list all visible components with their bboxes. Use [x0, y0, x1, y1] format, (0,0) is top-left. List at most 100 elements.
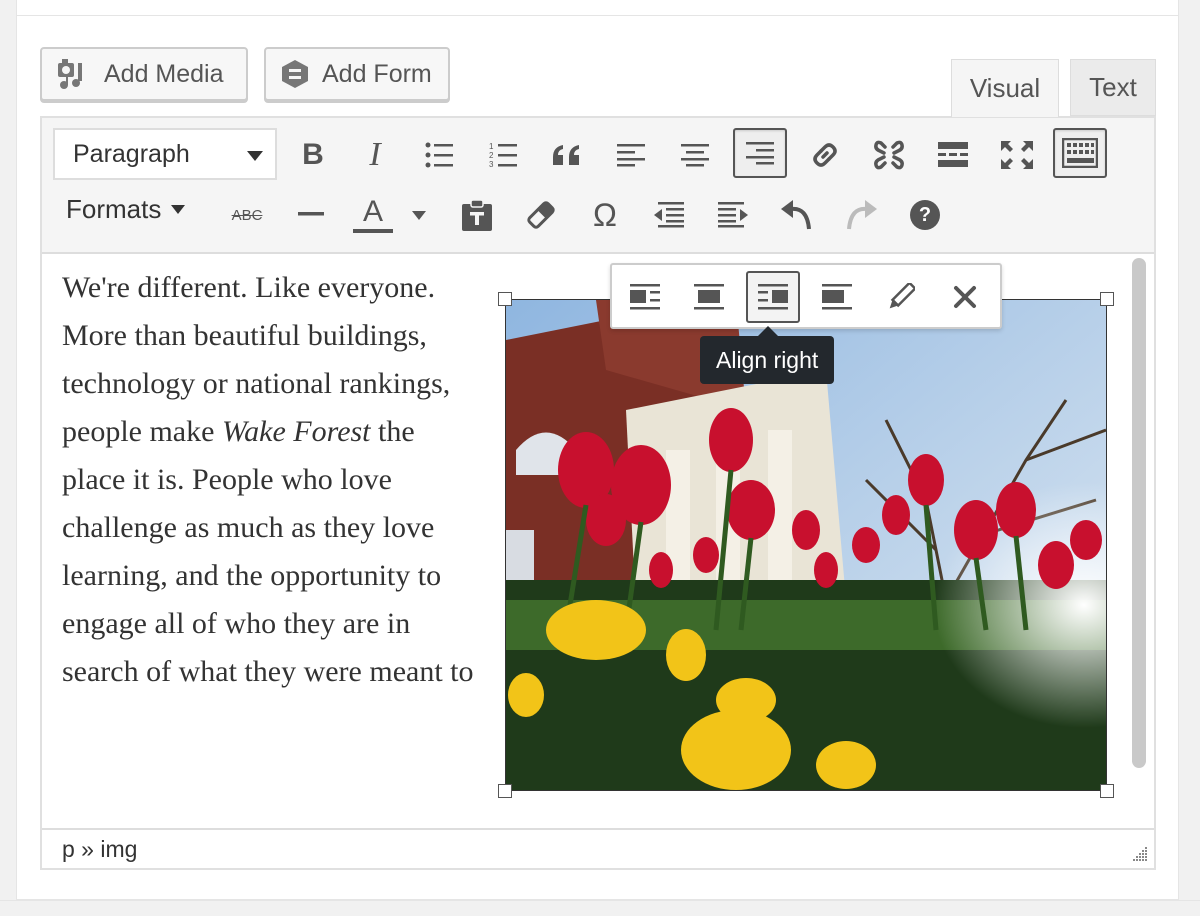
add-media-button[interactable]: Add Media	[40, 47, 248, 101]
edit-icon	[889, 283, 915, 309]
bold-icon: B	[302, 138, 324, 171]
formats-label: Formats	[66, 194, 162, 224]
undo-button[interactable]	[770, 190, 824, 240]
tab-text[interactable]: Text	[1070, 59, 1156, 116]
align-right-icon	[758, 284, 788, 310]
text-color-button[interactable]: A	[348, 190, 398, 240]
text-color-icon: A	[353, 197, 393, 233]
italic-button[interactable]: I	[348, 130, 402, 180]
blockquote-icon	[553, 145, 579, 165]
image-toolbar	[610, 263, 1002, 329]
increase-indent-icon	[718, 202, 748, 228]
align-right-tooltip: Align right	[700, 326, 835, 384]
toolbar-toggle-icon	[1062, 138, 1098, 168]
paste-as-text-icon	[462, 199, 492, 231]
italic-icon: I	[369, 136, 381, 173]
image-align-none-button[interactable]	[810, 271, 864, 323]
tab-visual-label: Visual	[969, 73, 1041, 103]
remove-link-icon	[874, 140, 904, 170]
editor-content[interactable]: We're different. Like everyone. More tha…	[62, 264, 482, 698]
tab-text-label: Text	[1089, 72, 1137, 102]
align-center-icon	[694, 284, 724, 310]
image-edit-button[interactable]	[874, 271, 928, 323]
paragraph-text-end: the place it is. People who love challen…	[62, 415, 474, 688]
blockquote-button[interactable]	[540, 130, 594, 180]
align-center-button[interactable]	[668, 130, 722, 180]
svg-text:2: 2	[489, 151, 494, 160]
align-none-icon	[822, 284, 852, 310]
formats-menu[interactable]: Formats	[66, 194, 186, 225]
resize-grip-icon[interactable]	[1130, 844, 1148, 862]
strikethrough-button[interactable]: ABC	[220, 190, 274, 240]
media-icon	[58, 59, 82, 89]
decrease-indent-button[interactable]	[642, 190, 696, 240]
horizontal-line-icon	[298, 212, 324, 216]
redo-button[interactable]	[834, 190, 888, 240]
redo-icon	[847, 200, 877, 230]
undo-icon	[781, 200, 811, 230]
editor-toolbar: Paragraph B I 123 Formats ABC A Ω ?	[42, 118, 1154, 254]
editor-statusbar: p » img	[42, 828, 1154, 868]
panel-divider	[17, 15, 1178, 16]
text-color-swatch	[353, 229, 393, 233]
chevron-down-icon	[412, 210, 426, 220]
svg-text:3: 3	[489, 160, 494, 169]
resize-handle-bottom-right[interactable]	[1100, 784, 1114, 798]
add-media-label: Add Media	[104, 59, 224, 88]
special-character-button[interactable]: Ω	[578, 190, 632, 240]
read-more-icon	[938, 142, 968, 167]
strikethrough-icon: ABC	[231, 206, 263, 224]
svg-text:1: 1	[489, 142, 494, 151]
increase-indent-button[interactable]	[706, 190, 760, 240]
numbered-list-button[interactable]: 123	[476, 130, 530, 180]
align-left-button[interactable]	[604, 130, 658, 180]
align-center-icon	[681, 144, 709, 167]
add-form-label: Add Form	[322, 59, 432, 88]
insert-link-icon	[813, 143, 837, 167]
numbered-list-icon: 123	[489, 142, 517, 169]
resize-handle-top-right[interactable]	[1100, 292, 1114, 306]
editor-scrollbar[interactable]	[1132, 258, 1146, 768]
paragraph-format-value: Paragraph	[73, 139, 190, 168]
clear-formatting-button[interactable]	[514, 190, 568, 240]
read-more-button[interactable]	[926, 130, 980, 180]
add-form-button[interactable]: Add Form	[264, 47, 450, 101]
editor: Paragraph B I 123 Formats ABC A Ω ? We'r…	[40, 116, 1156, 870]
bold-button[interactable]: B	[286, 130, 340, 180]
align-left-icon	[630, 284, 660, 310]
bulleted-list-icon	[425, 142, 453, 168]
special-character-icon: Ω	[593, 196, 617, 233]
tab-visual[interactable]: Visual	[951, 59, 1059, 117]
image-remove-button[interactable]	[938, 271, 992, 323]
content-paragraph: We're different. Like everyone. More tha…	[62, 264, 482, 698]
fullscreen-icon	[1001, 141, 1033, 169]
help-button[interactable]: ?	[898, 190, 952, 240]
panel-bottom-divider	[0, 900, 1200, 901]
help-icon: ?	[910, 200, 940, 230]
form-icon	[282, 60, 308, 88]
clear-formatting-icon	[527, 201, 555, 229]
formats-caret-icon	[171, 205, 186, 214]
remove-link-button[interactable]	[862, 130, 916, 180]
remove-icon	[954, 286, 976, 308]
toolbar-toggle-button[interactable]	[1053, 128, 1107, 178]
resize-handle-top-left[interactable]	[498, 292, 512, 306]
align-right-button[interactable]	[733, 128, 787, 178]
image-align-right-button[interactable]	[746, 271, 800, 323]
insert-link-button[interactable]	[798, 130, 852, 180]
text-color-dropdown[interactable]	[404, 190, 434, 240]
text-color-letter: A	[362, 195, 383, 228]
paste-as-text-button[interactable]	[450, 190, 504, 240]
image-align-left-button[interactable]	[618, 271, 672, 323]
bulleted-list-button[interactable]	[412, 130, 466, 180]
image-align-center-button[interactable]	[682, 271, 736, 323]
align-left-icon	[617, 144, 645, 167]
select-caret-icon	[247, 151, 263, 161]
resize-handle-bottom-left[interactable]	[498, 784, 512, 798]
tooltip-text: Align right	[716, 346, 819, 373]
horizontal-line-button[interactable]	[284, 190, 338, 240]
element-path[interactable]: p » img	[62, 836, 137, 863]
paragraph-format-select[interactable]: Paragraph	[53, 128, 277, 180]
fullscreen-button[interactable]	[990, 130, 1044, 180]
paragraph-emphasis: Wake Forest	[221, 415, 371, 448]
